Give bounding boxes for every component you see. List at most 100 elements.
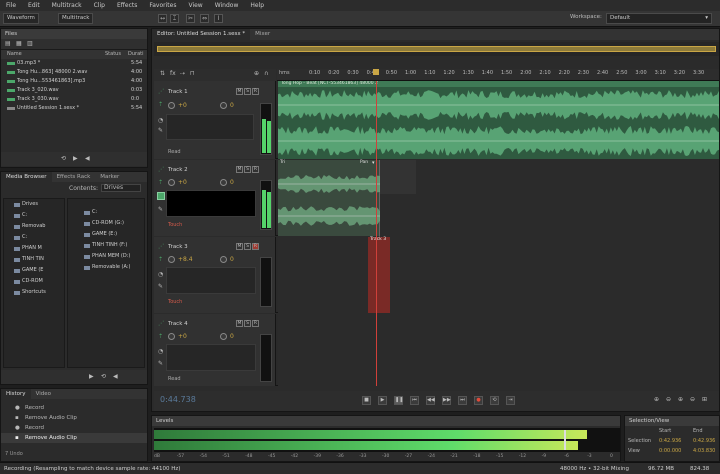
clock-icon[interactable]: ◔	[158, 271, 163, 278]
file-item[interactable]: Track 3_030.wav 0:0	[1, 95, 147, 104]
automation-mode[interactable]: Touch	[168, 299, 182, 305]
pause-button[interactable]: ❚❚	[394, 396, 403, 405]
tree-item[interactable]: Removable (A:)	[84, 262, 144, 273]
file-item[interactable]: Untitled Session 1.sesx * 5:54	[1, 104, 147, 113]
volume-value[interactable]: +0	[178, 179, 187, 186]
track-2-clip[interactable]: Tri Pan ▾	[278, 160, 380, 236]
tree-item[interactable]: C:	[14, 232, 64, 243]
record-button[interactable]: ●	[474, 396, 483, 405]
pencil-icon[interactable]: ✎	[158, 127, 163, 134]
mute-button[interactable]: M	[236, 320, 243, 327]
menu-effects[interactable]: Effects	[111, 2, 143, 9]
volume-knob[interactable]	[168, 256, 175, 263]
skip-end-button[interactable]: ⏭	[458, 396, 467, 405]
skip-selection-button[interactable]: ⇥	[506, 396, 515, 405]
view-end[interactable]: 4:03.830	[693, 448, 715, 454]
time-selection-icon[interactable]: I	[214, 14, 223, 23]
play-icon[interactable]: ▶	[89, 373, 94, 380]
col-name[interactable]: Name	[7, 50, 22, 59]
speaker-icon[interactable]: ◀	[113, 373, 118, 380]
import-file-icon[interactable]: ▤	[5, 40, 11, 47]
tab-media-browser[interactable]: Media Browser	[1, 172, 52, 182]
track-name[interactable]: Track 3	[168, 244, 188, 250]
file-item[interactable]: 03.mp3 * 5:54	[1, 59, 147, 68]
pan-value[interactable]: 0	[230, 179, 234, 186]
insert-icon[interactable]: ▥	[27, 40, 33, 47]
track-1-clip[interactable]: Tong Hop - Beat [NCT-553461863] 48000 2	[278, 81, 719, 159]
history-item[interactable]: ● Record	[1, 423, 147, 433]
menu-clip[interactable]: Clip	[88, 2, 111, 9]
fx-icon-2[interactable]: fx	[170, 70, 176, 77]
speaker-icon[interactable]: ◀	[85, 155, 90, 162]
track-3-clip[interactable]: Track 3	[368, 237, 390, 313]
view-start[interactable]: 0:00.000	[659, 448, 681, 454]
stop-button[interactable]: ■	[362, 396, 371, 405]
play-button[interactable]: ▶	[378, 396, 387, 405]
workspace-select[interactable]: Default ▾	[606, 13, 712, 24]
skip-start-button[interactable]: ⏮	[410, 396, 419, 405]
pan-knob[interactable]	[220, 333, 227, 340]
multitrack-button[interactable]: Multitrack	[58, 13, 94, 24]
pencil-icon[interactable]: ✎	[158, 206, 163, 213]
zoom-in-icon[interactable]: ⊕	[678, 396, 683, 403]
pan-value[interactable]: 0	[230, 333, 234, 340]
record-button[interactable]: R	[252, 88, 259, 95]
tree-item[interactable]: Removab	[14, 221, 64, 232]
menu-window[interactable]: Window	[209, 2, 245, 9]
col-status[interactable]: Status	[105, 50, 121, 59]
tree-item[interactable]: GAME (E:)	[84, 229, 144, 240]
menu-view[interactable]: View	[182, 2, 208, 9]
mute-button[interactable]: M	[236, 88, 243, 95]
loop-icon[interactable]: ⟲	[101, 373, 106, 380]
forward-button[interactable]: ▶▶	[442, 396, 451, 405]
track-name[interactable]: Track 4	[168, 321, 188, 327]
waveform-button[interactable]: Waveform	[3, 13, 39, 24]
tab-mixer[interactable]: Mixer	[250, 29, 275, 40]
tree-item[interactable]: GAME (E	[14, 265, 64, 276]
volume-knob[interactable]	[168, 333, 175, 340]
zoom-in-amplitude-icon[interactable]: ⊕	[654, 396, 659, 403]
pencil-icon[interactable]: ✎	[158, 360, 163, 367]
solo-button[interactable]: S	[244, 243, 251, 250]
record-button[interactable]: R	[252, 320, 259, 327]
tree-item[interactable]: CD-ROM (G:)	[84, 218, 144, 229]
tree-item[interactable]: PHAN M	[14, 243, 64, 254]
pan-knob[interactable]	[220, 256, 227, 263]
zoom-icon[interactable]: ⊕	[254, 70, 259, 77]
zoom-out-icon[interactable]: ⊖	[690, 396, 695, 403]
selection-end[interactable]: 0:42.936	[693, 438, 715, 444]
menu-file[interactable]: File	[0, 2, 22, 9]
tree-item[interactable]: C:	[84, 207, 144, 218]
file-item[interactable]: Track 3_020.wav 0:03	[1, 86, 147, 95]
tree-item[interactable]: TINH TINH (F:)	[84, 240, 144, 251]
volume-value[interactable]: +0	[178, 102, 187, 109]
tab-marker[interactable]: Marker	[95, 172, 124, 182]
volume-value[interactable]: +8.4	[178, 256, 193, 263]
history-item[interactable]: ● Record	[1, 403, 147, 413]
tab-video[interactable]: Video	[31, 389, 56, 399]
slip-tool-icon[interactable]: ⇔	[200, 14, 209, 23]
automation-mode[interactable]: Read	[168, 149, 181, 155]
menu-edit[interactable]: Edit	[22, 2, 46, 9]
rewind-button[interactable]: ◀◀	[426, 396, 435, 405]
tree-item[interactable]: CD-ROM	[14, 276, 64, 287]
col-duration[interactable]: Durati	[128, 50, 144, 59]
loop-icon[interactable]: ⟲	[61, 155, 66, 162]
history-item-selected[interactable]: ▪ Remove Audio Clip	[1, 433, 147, 443]
volume-value[interactable]: +0	[178, 333, 187, 340]
contents-select[interactable]: Drives	[101, 184, 141, 192]
selection-tool-icon[interactable]: ⌶	[170, 14, 179, 23]
eq-icon[interactable]: ⊓	[190, 70, 195, 77]
tree-item[interactable]: Drives	[14, 199, 64, 210]
pan-knob[interactable]	[220, 102, 227, 109]
record-button[interactable]: R	[252, 166, 259, 173]
tree-item[interactable]: Shortcuts	[14, 287, 64, 298]
solo-button[interactable]: S	[244, 166, 251, 173]
zoom-navigator[interactable]	[157, 46, 716, 52]
automation-mode[interactable]: Read	[168, 376, 181, 382]
automation-mode[interactable]: Touch	[168, 222, 182, 228]
menu-favorites[interactable]: Favorites	[143, 2, 182, 9]
fx-power-icon[interactable]	[157, 192, 165, 200]
input-icon[interactable]: ⇢	[180, 70, 185, 77]
zoom-full-icon[interactable]: ⊞	[702, 396, 707, 403]
